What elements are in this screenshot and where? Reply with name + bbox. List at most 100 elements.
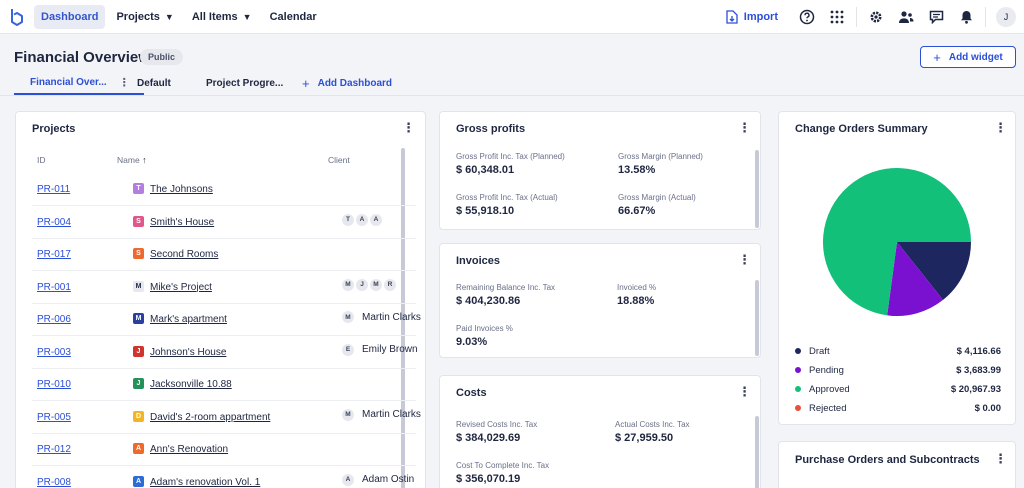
assignee-avatar[interactable]: M bbox=[342, 408, 354, 421]
assignee-avatar[interactable]: M bbox=[342, 278, 354, 291]
legend-value: $ 4,116.66 bbox=[956, 345, 1001, 357]
legend-item-draft[interactable]: Draft $ 4,116.66 bbox=[795, 344, 1001, 358]
project-name-link[interactable]: Ann's Renovation bbox=[150, 444, 228, 455]
apps-grid-icon[interactable] bbox=[822, 0, 852, 34]
client-cell: E Emily Brown bbox=[342, 343, 418, 356]
assignee-avatar[interactable]: T bbox=[342, 213, 354, 226]
more-vertical-icon[interactable]: ⋮ bbox=[402, 121, 415, 135]
nav-item-projects[interactable]: Projects ▼ bbox=[109, 5, 180, 29]
nav-item-dashboard[interactable]: Dashboard bbox=[34, 4, 106, 29]
widget-title: Projects bbox=[32, 123, 76, 135]
project-color-icon: D bbox=[133, 410, 144, 422]
project-id-link[interactable]: PR-004 bbox=[37, 217, 71, 228]
project-name-link[interactable]: Mike's Project bbox=[150, 282, 212, 293]
scrollbar[interactable] bbox=[755, 416, 759, 488]
metric-label: Gross Margin (Planned) bbox=[618, 152, 703, 161]
table-row[interactable]: PR-003 J Johnson's House E Emily Brown bbox=[32, 337, 418, 369]
users-icon[interactable] bbox=[891, 0, 921, 34]
nav-item-all-items[interactable]: All Items ▼ bbox=[185, 5, 259, 29]
legend-item-approved[interactable]: Approved $ 20,967.93 bbox=[795, 382, 1001, 396]
projects-widget: Projects ⋮ ID Name ↑ Client PR-011 T The J… bbox=[15, 111, 426, 488]
project-id-link[interactable]: PR-001 bbox=[37, 282, 71, 293]
assignee-avatar[interactable]: E bbox=[342, 343, 354, 356]
project-id-link[interactable]: PR-011 bbox=[37, 184, 70, 195]
tab-project-progress[interactable]: Project Progre... bbox=[206, 72, 283, 95]
project-name-link[interactable]: Second Rooms bbox=[150, 249, 218, 260]
legend-item-pending[interactable]: Pending $ 3,683.99 bbox=[795, 363, 1001, 377]
legend-label: Rejected bbox=[809, 402, 847, 414]
gear-icon[interactable] bbox=[861, 0, 891, 34]
table-row[interactable]: PR-004 S Smith's House T A A bbox=[32, 207, 416, 239]
more-vertical-icon[interactable]: ⋮ bbox=[738, 385, 751, 399]
project-id-link[interactable]: PR-017 bbox=[37, 249, 71, 260]
project-name-link[interactable]: Smith's House bbox=[150, 217, 214, 228]
assignee-avatar[interactable]: A bbox=[356, 213, 368, 226]
table-row[interactable]: PR-017 S Second Rooms bbox=[32, 239, 416, 271]
purchase-orders-widget: Purchase Orders and Subcontracts ⋮ bbox=[778, 441, 1016, 488]
metric-label: Gross Profit Inc. Tax (Planned) bbox=[456, 152, 565, 161]
project-id-link[interactable]: PR-012 bbox=[37, 444, 71, 455]
project-id-link[interactable]: PR-008 bbox=[37, 477, 71, 488]
project-name-link[interactable]: Adam's renovation Vol. 1 bbox=[150, 477, 260, 488]
metric-value: $ 384,029.69 bbox=[456, 432, 521, 444]
legend-item-rejected[interactable]: Rejected $ 0.00 bbox=[795, 401, 1001, 415]
column-header-client[interactable]: Client bbox=[328, 155, 350, 165]
table-row[interactable]: PR-008 A Adam's renovation Vol. 1 A Adam Ost… bbox=[32, 467, 416, 488]
table-row[interactable]: PR-011 T The Johnsons bbox=[32, 174, 416, 206]
project-name-link[interactable]: David's 2-room appartment bbox=[150, 412, 270, 423]
legend-dot-icon bbox=[795, 367, 801, 373]
assignee-avatar[interactable]: J bbox=[356, 278, 368, 291]
table-row[interactable]: PR-010 J Jacksonville 10.88 bbox=[32, 369, 416, 401]
more-vertical-icon[interactable]: ⋮ bbox=[994, 121, 1007, 135]
project-name-link[interactable]: Jacksonville 10.88 bbox=[150, 379, 232, 390]
project-color-icon: A bbox=[133, 475, 144, 487]
more-vertical-icon[interactable]: ⋮ bbox=[119, 76, 130, 89]
table-row[interactable]: PR-001 M Mike's Project M J M R bbox=[32, 272, 416, 304]
toolbar-divider bbox=[856, 7, 857, 27]
add-dashboard-button[interactable]: + Add Dashboard bbox=[302, 72, 392, 95]
app-logo-icon[interactable] bbox=[0, 0, 34, 34]
table-row[interactable]: PR-006 M Mark's apartment M Martin Clarks bbox=[32, 304, 421, 336]
user-avatar[interactable]: J bbox=[996, 7, 1016, 27]
column-header-name[interactable]: Name ↑ bbox=[117, 155, 147, 165]
chevron-down-icon: ▼ bbox=[242, 11, 252, 22]
table-row[interactable]: PR-005 D David's 2-room appartment M Martin … bbox=[32, 402, 421, 434]
help-icon[interactable] bbox=[792, 0, 822, 34]
widget-title: Invoices bbox=[456, 255, 501, 267]
project-id-link[interactable]: PR-003 bbox=[37, 347, 71, 358]
nav-item-calendar[interactable]: Calendar bbox=[263, 5, 324, 29]
bell-icon[interactable] bbox=[951, 0, 981, 34]
table-row[interactable]: PR-012 A Ann's Renovation bbox=[32, 434, 416, 466]
assignee-avatar[interactable]: R bbox=[384, 278, 396, 291]
assignee-avatar[interactable]: M bbox=[342, 311, 354, 323]
scrollbar[interactable] bbox=[755, 150, 759, 228]
more-vertical-icon[interactable]: ⋮ bbox=[994, 452, 1007, 466]
chat-icon[interactable] bbox=[921, 0, 951, 34]
project-name-link[interactable]: The Johnsons bbox=[150, 184, 213, 195]
project-id-link[interactable]: PR-010 bbox=[37, 379, 71, 390]
gross-profits-widget: Gross profits ⋮ Gross Profit Inc. Tax (P… bbox=[439, 111, 761, 230]
import-button[interactable]: Import bbox=[726, 10, 778, 24]
change-orders-pie-chart bbox=[823, 168, 971, 316]
project-name-link[interactable]: Johnson's House bbox=[150, 347, 226, 358]
dashboard-tabs: Financial Over... ⋮ Default Project Prog… bbox=[0, 72, 1024, 96]
tab-financial-overview[interactable]: Financial Over... ⋮ bbox=[14, 72, 144, 95]
more-vertical-icon[interactable]: ⋮ bbox=[738, 121, 751, 135]
more-vertical-icon[interactable]: ⋮ bbox=[738, 253, 751, 267]
add-widget-button[interactable]: + Add widget bbox=[920, 46, 1016, 68]
assignee-avatar[interactable]: A bbox=[342, 473, 354, 486]
plus-icon: + bbox=[933, 49, 941, 65]
file-import-icon bbox=[726, 10, 738, 24]
column-header-id[interactable]: ID bbox=[37, 155, 46, 165]
project-name-link[interactable]: Mark's apartment bbox=[150, 314, 227, 325]
project-id-link[interactable]: PR-006 bbox=[37, 314, 71, 325]
project-color-icon: J bbox=[133, 345, 144, 357]
assignee-avatar[interactable]: M bbox=[370, 278, 382, 291]
change-orders-widget: Change Orders Summary ⋮ Draft $ 4,116.66 P… bbox=[778, 111, 1016, 425]
tab-default[interactable]: Default bbox=[137, 72, 171, 95]
client-cell: M Martin Clarks bbox=[342, 408, 421, 421]
project-id-link[interactable]: PR-005 bbox=[37, 412, 71, 423]
assignee-avatar[interactable]: A bbox=[370, 213, 382, 226]
scrollbar[interactable] bbox=[755, 280, 759, 356]
sort-ascending-icon: ↑ bbox=[142, 155, 147, 165]
